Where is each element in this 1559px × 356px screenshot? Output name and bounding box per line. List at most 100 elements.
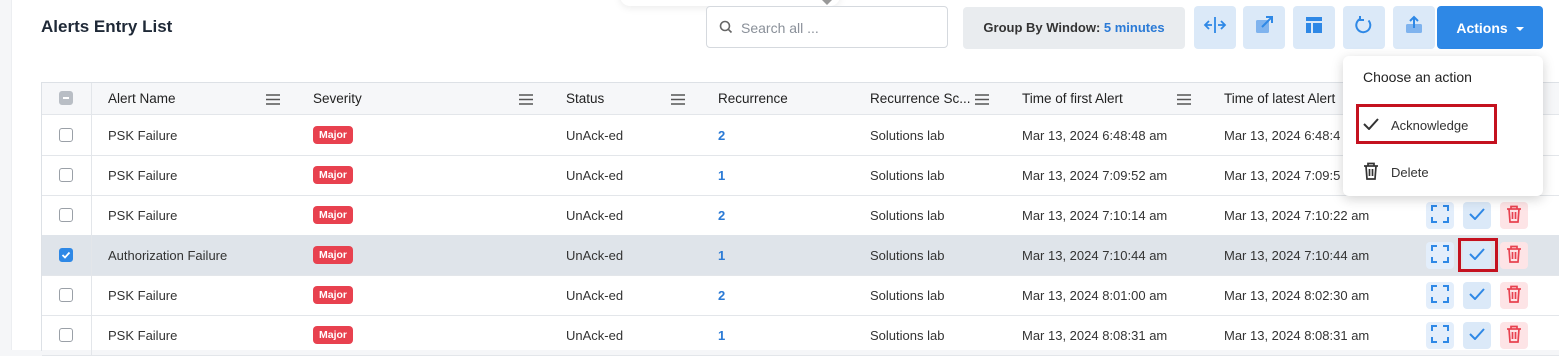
refresh-button[interactable] [1343, 6, 1385, 49]
severity-cell: Major [313, 235, 354, 275]
table-row[interactable]: PSK Failure Major UnAck-ed 2 Solutions l… [42, 115, 1559, 156]
resize-columns-icon [1202, 16, 1228, 39]
alert-name: PSK Failure [108, 327, 178, 343]
column-menu-icon[interactable] [975, 93, 989, 108]
column-divider [91, 155, 92, 195]
time-latest: Mar 13, 2024 7:10:44 am [1224, 247, 1370, 263]
expand-button[interactable] [1426, 242, 1454, 269]
column-divider [91, 83, 92, 114]
row-checkbox[interactable] [59, 128, 73, 142]
status: UnAck-ed [566, 287, 624, 303]
group-by-label: Group By Window: [983, 20, 1101, 35]
recurrence-scope: Solutions lab [870, 287, 945, 303]
recurrence-link[interactable]: 1 [718, 235, 725, 275]
row-checkbox[interactable] [59, 328, 73, 342]
acknowledge-row-button[interactable] [1463, 202, 1491, 229]
check-icon [1469, 288, 1485, 303]
column-menu-icon[interactable] [266, 93, 280, 108]
alert-name: PSK Failure [108, 127, 178, 143]
delete-menu-item[interactable]: Delete [1363, 157, 1429, 187]
time-latest: Mar 13, 2024 8:08:31 am [1224, 327, 1370, 343]
column-header-time-latest[interactable]: Time of latest Alert [1224, 83, 1335, 114]
resize-columns-button[interactable] [1194, 6, 1236, 49]
time-first: Mar 13, 2024 8:08:31 am [1022, 327, 1168, 343]
column-divider [91, 275, 92, 315]
column-header-recurrence-scope[interactable]: Recurrence Sc... [870, 83, 971, 114]
page-title: Alerts Entry List [41, 17, 173, 36]
group-by-window-button[interactable]: Group By Window: 5 minutes [963, 7, 1185, 49]
alert-name: PSK Failure [108, 287, 178, 303]
status: UnAck-ed [566, 127, 624, 143]
column-header-status[interactable]: Status [566, 83, 604, 114]
severity-badge: Major [313, 126, 354, 144]
table-row[interactable]: PSK Failure Major UnAck-ed 2 Solutions l… [42, 195, 1559, 236]
column-divider [91, 115, 92, 155]
recurrence-link[interactable]: 2 [718, 275, 725, 315]
acknowledge-row-button[interactable] [1463, 322, 1491, 349]
table-row-selected[interactable]: Authorization Failure Major UnAck-ed 1 S… [42, 235, 1559, 276]
highlight-box [1458, 238, 1498, 272]
delete-row-button[interactable] [1500, 242, 1528, 269]
recurrence-scope: Solutions lab [870, 127, 945, 143]
status: UnAck-ed [566, 247, 624, 263]
time-latest: Mar 13, 2024 6:48:4 [1224, 127, 1341, 143]
severity-badge: Major [313, 326, 354, 344]
column-header-recurrence[interactable]: Recurrence [718, 83, 788, 114]
check-icon [1469, 328, 1485, 343]
acknowledge-row-button[interactable] [1463, 282, 1491, 309]
row-checkbox[interactable] [59, 288, 73, 302]
select-all-checkbox[interactable] [59, 91, 73, 105]
delete-row-button[interactable] [1500, 282, 1528, 309]
column-menu-icon[interactable] [671, 93, 685, 108]
status: UnAck-ed [566, 327, 624, 343]
table-row[interactable]: PSK Failure Major UnAck-ed 1 Solutions l… [42, 155, 1559, 196]
check-icon [1469, 208, 1485, 223]
time-latest: Mar 13, 2024 8:02:30 am [1224, 287, 1370, 303]
time-first: Mar 13, 2024 8:01:00 am [1022, 287, 1168, 303]
recurrence-scope: Solutions lab [870, 207, 945, 223]
dropdown-header: Choose an action [1363, 69, 1472, 85]
recurrence-scope: Solutions lab [870, 167, 945, 183]
row-checkbox-checked[interactable] [59, 248, 73, 262]
search-icon [719, 20, 733, 39]
alerts-table: Alert Name Severity Status Recurrence Re… [41, 82, 1559, 356]
trash-icon [1506, 245, 1522, 266]
column-header-alert-name[interactable]: Alert Name [108, 83, 176, 114]
table-row[interactable]: PSK Failure Major UnAck-ed 2 Solutions l… [42, 275, 1559, 316]
column-divider [91, 235, 92, 275]
open-external-button[interactable] [1243, 6, 1285, 49]
recurrence-link[interactable]: 2 [718, 115, 725, 155]
severity-badge: Major [313, 166, 354, 184]
severity-badge: Major [313, 206, 354, 224]
alert-name: Authorization Failure [108, 247, 228, 263]
recurrence-scope: Solutions lab [870, 327, 945, 343]
time-latest: Mar 13, 2024 7:09:5 [1224, 167, 1341, 183]
expand-button[interactable] [1426, 202, 1454, 229]
export-icon [1404, 15, 1424, 40]
delete-row-button[interactable] [1500, 202, 1528, 229]
column-menu-icon[interactable] [519, 93, 533, 108]
actions-button[interactable]: Actions [1437, 6, 1543, 49]
severity-badge: Major [313, 286, 354, 304]
expand-button[interactable] [1426, 322, 1454, 349]
row-checkbox[interactable] [59, 168, 73, 182]
column-header-time-first[interactable]: Time of first Alert [1022, 83, 1123, 114]
delete-row-button[interactable] [1500, 322, 1528, 349]
severity-cell: Major [313, 315, 354, 355]
export-button[interactable] [1393, 6, 1435, 49]
layout-button[interactable] [1293, 6, 1335, 49]
recurrence-link[interactable]: 1 [718, 155, 725, 195]
time-latest: Mar 13, 2024 7:10:22 am [1224, 207, 1370, 223]
search-input[interactable] [739, 17, 938, 39]
recurrence-link[interactable]: 2 [718, 195, 725, 235]
layout-icon [1304, 15, 1324, 40]
expand-button[interactable] [1426, 282, 1454, 309]
trash-icon [1506, 205, 1522, 226]
recurrence-link[interactable]: 1 [718, 315, 725, 355]
chevron-down-icon [1515, 26, 1524, 31]
search-box[interactable] [706, 6, 948, 48]
row-checkbox[interactable] [59, 208, 73, 222]
column-menu-icon[interactable] [1177, 93, 1191, 108]
recurrence-scope: Solutions lab [870, 247, 945, 263]
column-header-severity[interactable]: Severity [313, 83, 362, 114]
